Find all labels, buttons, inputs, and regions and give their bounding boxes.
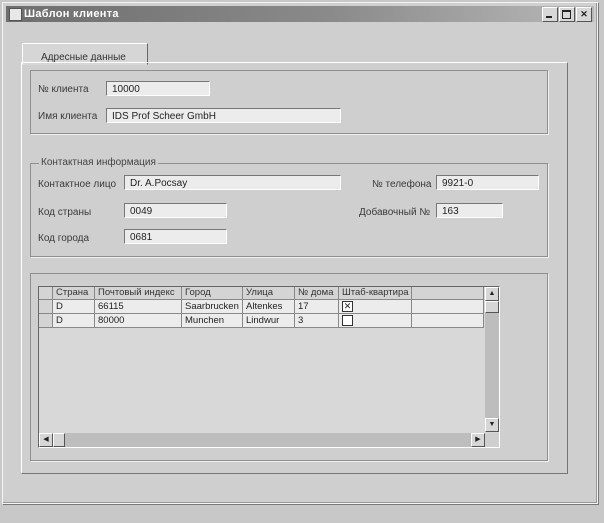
cell-empty — [412, 300, 484, 314]
hq-checkbox-unchecked[interactable] — [342, 315, 353, 326]
minimize-icon — [546, 16, 552, 18]
cell-house[interactable]: 17 — [295, 300, 339, 314]
horizontal-scrollbar[interactable]: ◀ ▶ — [39, 433, 485, 447]
city-code-field[interactable]: 0681 — [124, 229, 227, 244]
extension-field[interactable]: 163 — [436, 203, 503, 218]
contact-person-field[interactable]: Dr. A.Pocsay — [124, 175, 341, 190]
city-code-label: Код города — [38, 233, 90, 244]
column-header-house[interactable]: № дома — [295, 287, 339, 300]
grid-corner — [39, 287, 53, 300]
cell-empty — [412, 314, 484, 328]
arrow-up-icon: ▲ — [488, 290, 496, 297]
cell-city[interactable]: Saarbrucken — [182, 300, 243, 314]
title-bar[interactable]: Шаблон клиента ✕ — [6, 6, 594, 22]
scroll-left-button[interactable]: ◀ — [39, 433, 53, 447]
column-header-street[interactable]: Улица — [243, 287, 295, 300]
maximize-icon — [562, 10, 571, 19]
scroll-up-button[interactable]: ▲ — [485, 287, 499, 301]
column-header-empty — [412, 287, 484, 300]
cell-zip[interactable]: 80000 — [95, 314, 182, 328]
cell-hq[interactable]: ✕ — [339, 300, 412, 314]
cell-house[interactable]: 3 — [295, 314, 339, 328]
grid-header: Страна Почтовый индекс Город Улица № дом… — [39, 287, 484, 300]
client-name-field[interactable]: IDS Prof Scheer GmbH — [106, 108, 341, 123]
close-button[interactable]: ✕ — [576, 7, 592, 22]
arrow-down-icon: ▼ — [488, 421, 496, 428]
column-header-country[interactable]: Страна — [53, 287, 95, 300]
contact-person-label: Контактное лицо — [38, 179, 117, 190]
app-icon — [9, 8, 22, 21]
client-number-field[interactable]: 10000 — [106, 81, 210, 96]
window-title: Шаблон клиента — [24, 8, 119, 20]
country-code-label: Код страны — [38, 207, 92, 218]
row-selector[interactable] — [39, 314, 53, 328]
cell-hq[interactable] — [339, 314, 412, 328]
phone-label: № телефона — [372, 179, 432, 190]
arrow-left-icon: ◀ — [43, 436, 49, 443]
row-selector[interactable] — [39, 300, 53, 314]
client-number-label: № клиента — [38, 84, 89, 95]
scroll-right-button[interactable]: ▶ — [471, 433, 485, 447]
extension-label: Добавочный № — [359, 207, 431, 218]
vertical-scroll-thumb[interactable] — [485, 301, 499, 313]
address-grid[interactable]: Страна Почтовый индекс Город Улица № дом… — [38, 286, 500, 448]
column-header-city[interactable]: Город — [182, 287, 243, 300]
cell-country[interactable]: D — [53, 314, 95, 328]
table-row[interactable]: D 66115 Saarbrucken Altenkes 17 ✕ — [39, 300, 484, 314]
hq-checkbox-checked[interactable]: ✕ — [342, 301, 353, 312]
close-icon: ✕ — [580, 9, 588, 19]
vertical-scrollbar[interactable]: ▲ ▼ — [485, 287, 499, 432]
table-row[interactable]: D 80000 Munchen Lindwur 3 — [39, 314, 484, 328]
cell-street[interactable]: Lindwur — [243, 314, 295, 328]
cell-city[interactable]: Munchen — [182, 314, 243, 328]
country-code-field[interactable]: 0049 — [124, 203, 227, 218]
cell-zip[interactable]: 66115 — [95, 300, 182, 314]
client-group — [30, 70, 548, 134]
column-header-hq[interactable]: Штаб-квартира — [339, 287, 412, 300]
horizontal-scroll-thumb[interactable] — [53, 433, 65, 447]
cell-country[interactable]: D — [53, 300, 95, 314]
scrollbar-corner — [485, 433, 499, 447]
client-name-label: Имя клиента — [38, 111, 98, 122]
column-header-zip[interactable]: Почтовый индекс — [95, 287, 182, 300]
minimize-button[interactable] — [542, 7, 558, 22]
contact-group-legend: Контактная информация — [39, 157, 158, 168]
scroll-down-button[interactable]: ▼ — [485, 418, 499, 432]
phone-field[interactable]: 9921-0 — [436, 175, 539, 190]
maximize-button[interactable] — [559, 7, 575, 22]
arrow-right-icon: ▶ — [475, 436, 481, 443]
cell-street[interactable]: Altenkes — [243, 300, 295, 314]
